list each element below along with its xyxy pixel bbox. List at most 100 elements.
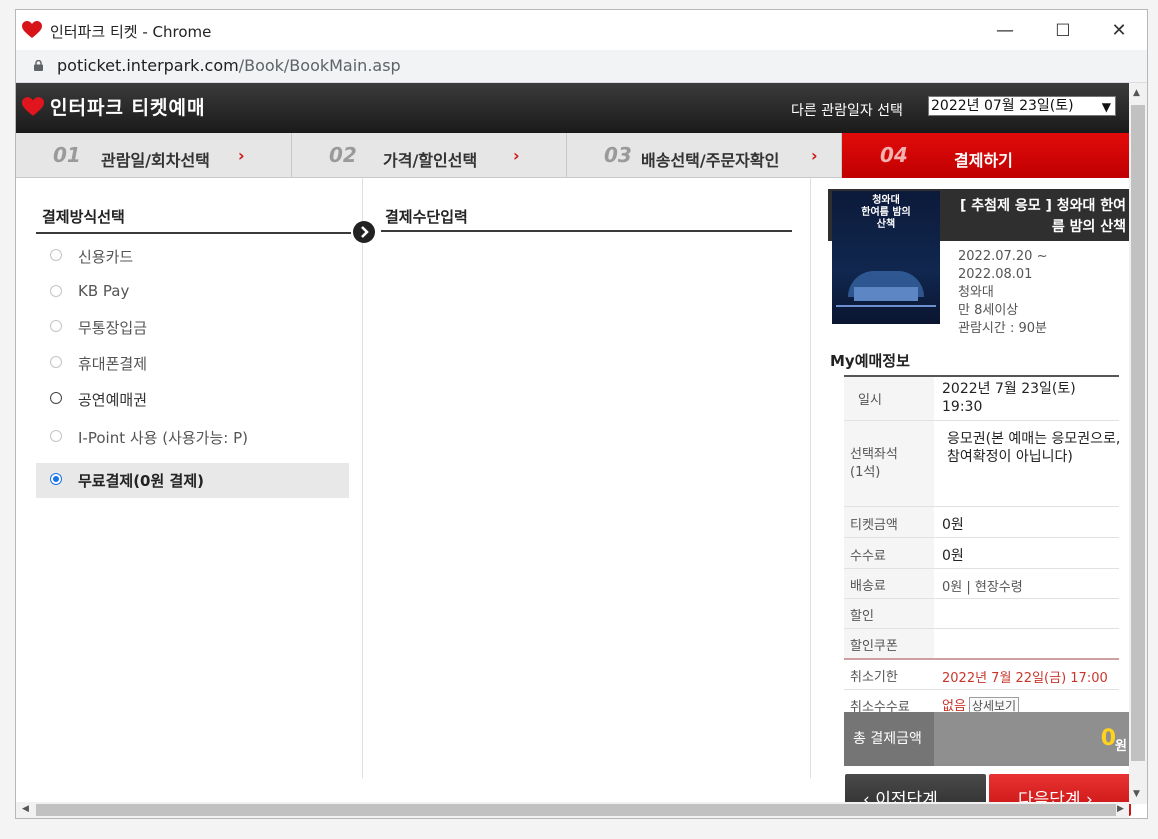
show-poster: 청와대 한여름 밤의 산책	[832, 191, 940, 324]
brand-title: 인터파크 티켓예매	[50, 97, 206, 119]
minimize-button[interactable]: —	[982, 16, 1028, 46]
step-label: 가격/할인선택	[383, 151, 478, 170]
date-select[interactable]: 2022년 07월 23일(토) ▼	[928, 96, 1116, 116]
row-label: 할인쿠폰	[844, 629, 934, 658]
show-info: 2022.07.20 ~ 2022.08.01 청와대 만 8세이상 관람시간 …	[958, 248, 1047, 338]
vertical-scroll-thumb[interactable]	[1131, 105, 1145, 761]
payment-input-title: 결제수단입력	[385, 208, 468, 226]
option-label: 무료결제(0원 결제)	[78, 472, 204, 490]
scroll-right-arrow-icon[interactable]: ▶	[1117, 804, 1124, 814]
option-performance-voucher[interactable]: 공연예매권	[36, 382, 349, 416]
chevron-right-icon: ›	[513, 146, 520, 165]
row-datetime: 일시 2022년 7월 23일(토) 19:30	[844, 377, 1119, 421]
date-select-label: 다른 관람일자 선택	[791, 103, 903, 119]
radio-button[interactable]	[50, 249, 62, 261]
show-title: [ 추첨제 응모 ] 청와대 한여름 밤의 산책	[960, 198, 1126, 235]
row-seat: 선택좌석 (1석) 응모권(본 예매는 응모권으로, 참여확정이 아닙니다)	[844, 421, 1120, 507]
radio-button[interactable]	[50, 320, 62, 332]
row-coupon: 할인쿠폰	[844, 629, 1119, 660]
browser-window: 인터파크 티켓 - Chrome — ☐ ✕ poticket.interpar…	[15, 9, 1148, 819]
horizontal-scroll-thumb[interactable]	[36, 804, 1116, 816]
url-text: poticket.interpark.com/Book/BookMain.asp	[57, 56, 401, 75]
title-bar: 인터파크 티켓 - Chrome — ☐ ✕	[16, 10, 1147, 50]
option-bank-transfer[interactable]: 무통장입금	[36, 310, 349, 344]
my-booking-info-title: My예매정보	[830, 352, 910, 370]
step-number: 03	[604, 143, 632, 167]
row-value: 0원	[942, 548, 964, 564]
vertical-scrollbar[interactable]: ▲ ▼	[1129, 83, 1147, 804]
close-button[interactable]: ✕	[1096, 16, 1142, 46]
date-select-value: 2022년 07월 23일(토)	[931, 98, 1074, 114]
radio-button[interactable]	[50, 285, 62, 297]
show-period-end: 2022.08.01	[958, 267, 1033, 282]
radio-button[interactable]	[50, 356, 62, 368]
option-label: 신용카드	[78, 248, 134, 266]
maximize-button[interactable]: ☐	[1040, 16, 1086, 46]
show-period-start: 2022.07.20 ~	[958, 249, 1048, 264]
row-value: 0원 | 현장수령	[942, 580, 1023, 595]
step-2[interactable]: 02 가격/할인선택 ›	[292, 133, 567, 178]
row-value: 2022년 7월 23일(토) 19:30	[942, 381, 1076, 415]
window-title: 인터파크 티켓 - Chrome	[50, 23, 212, 41]
show-venue: 청와대	[958, 285, 994, 300]
option-label: 휴대폰결제	[78, 355, 148, 373]
url-path: /Book/BookMain.asp	[238, 56, 401, 75]
chevron-right-icon: ›	[238, 146, 245, 165]
radio-button[interactable]	[50, 430, 62, 442]
scroll-up-arrow-icon[interactable]: ▲	[1133, 88, 1140, 98]
interpark-heart-icon	[22, 21, 42, 38]
step-number: 02	[329, 143, 357, 167]
option-kb-pay[interactable]: KB Pay	[36, 275, 349, 309]
show-age: 만 8세이상	[958, 303, 1019, 318]
row-value: 0원	[942, 517, 964, 533]
step-3[interactable]: 03 배송선택/주문자확인 ›	[567, 133, 842, 178]
title-underline	[381, 230, 792, 232]
option-label: 공연예매권	[78, 391, 148, 409]
option-mobile-payment[interactable]: 휴대폰결제	[36, 346, 349, 380]
scroll-left-arrow-icon[interactable]: ◀	[22, 804, 29, 814]
step-number: 04	[880, 143, 908, 167]
option-i-point[interactable]: I-Point 사용 (사용가능: P)	[36, 420, 349, 454]
row-label: 취소기한	[844, 660, 934, 689]
option-free-payment[interactable]: 무료결제(0원 결제)	[36, 463, 349, 498]
row-cancel-deadline: 취소기한 2022년 7월 22일(금) 17:00	[844, 660, 1119, 690]
row-label: 할인	[844, 599, 934, 628]
page-header: 인터파크 티켓예매 다른 관람일자 선택 2022년 07월 23일(토) ▼	[16, 83, 1129, 133]
poster-title: 청와대 한여름 밤의 산책	[861, 195, 911, 230]
horizontal-scrollbar[interactable]: ◀ ▶	[16, 802, 1129, 818]
chevron-right-icon: ›	[811, 146, 818, 165]
address-bar[interactable]: poticket.interpark.com/Book/BookMain.asp	[16, 50, 1147, 83]
row-value: 2022년 7월 22일(금) 17:00	[942, 671, 1108, 686]
row-ticket-price: 티켓금액 0원	[844, 507, 1119, 538]
row-label: 선택좌석 (1석)	[844, 421, 934, 506]
radio-button[interactable]	[50, 392, 62, 404]
row-delivery: 배송료 0원 | 현장수령	[844, 569, 1119, 599]
option-credit-card[interactable]: 신용카드	[36, 239, 349, 273]
payment-method-panel: 결제방식선택 신용카드 KB Pay 무통장입금 휴대폰결제 공연예매권 I-P…	[16, 178, 363, 778]
radio-button-selected[interactable]	[50, 473, 62, 485]
option-label: I-Point 사용 (사용가능: P)	[78, 429, 248, 447]
step-number: 01	[53, 143, 81, 167]
row-value: 응모권(본 예매는 응모권으로, 참여확정이 아닙니다)	[947, 431, 1121, 465]
title-underline	[36, 232, 351, 234]
step-label: 결제하기	[954, 151, 1013, 170]
booking-steps: 01 관람일/회차선택 › 02 가격/할인선택 › 03 배송선택/주문자확인…	[16, 133, 1129, 178]
chevron-down-icon: ▼	[1101, 100, 1111, 114]
row-discount: 할인	[844, 599, 1119, 629]
step-1[interactable]: 01 관람일/회차선택 ›	[16, 133, 292, 178]
scroll-down-arrow-icon[interactable]: ▼	[1133, 789, 1140, 799]
payment-input-panel: 결제수단입력	[363, 178, 811, 778]
row-label: 수수료	[844, 538, 934, 568]
row-fee: 수수료 0원	[844, 538, 1119, 569]
booking-info-table: 일시 2022년 7월 23일(토) 19:30 선택좌석 (1석) 응모권(본…	[844, 375, 1120, 719]
step-label: 관람일/회차선택	[101, 151, 210, 170]
total-label: 총 결제금액	[844, 712, 934, 766]
row-label: 일시	[844, 377, 934, 420]
url-domain: poticket.interpark.com	[57, 56, 239, 75]
poster-line	[836, 305, 936, 307]
total-amount-box: 총 결제금액 0 원	[844, 712, 1132, 766]
total-amount: 0	[1100, 726, 1116, 751]
step-4-active: 04 결제하기	[842, 133, 1129, 178]
lock-icon	[34, 60, 43, 71]
row-label: 배송료	[844, 569, 934, 598]
